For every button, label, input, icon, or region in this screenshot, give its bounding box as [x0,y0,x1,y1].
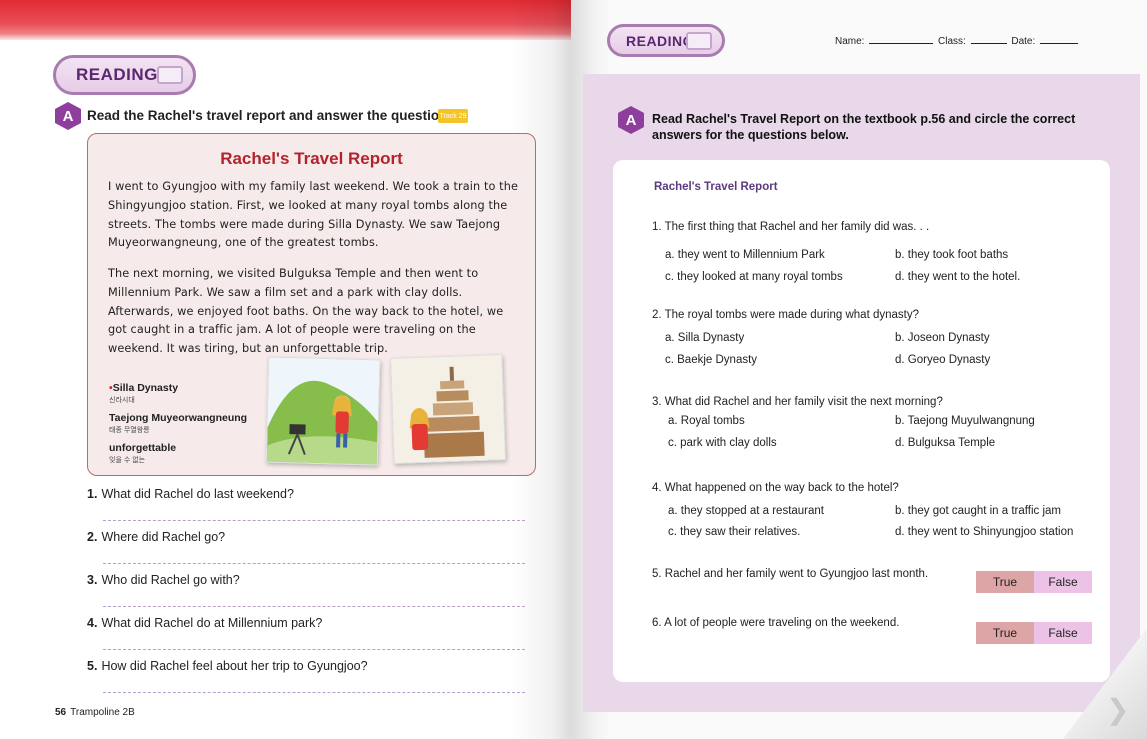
mc-question: 3. What did Rachel and her family visit … [652,396,943,408]
glossary-korean: 신라시대 [109,397,135,404]
false-button[interactable]: False [1034,571,1092,593]
worksheet-instruction: Read Rachel's Travel Report on the textb… [652,112,1076,142]
book-icon [686,31,712,50]
mc-option[interactable]: d. Bulguksa Temple [895,437,995,449]
glossary-item: •Silla Dynasty 신라시대 [109,382,269,405]
class-field[interactable] [970,35,1007,44]
instruction-text: Read the Rachel's travel report and answ… [87,108,459,123]
reading-badge-label: READING [626,32,695,49]
date-field[interactable] [1040,35,1079,44]
answer-line[interactable] [103,649,525,650]
mc-option[interactable]: b. Taejong Muyulwangnung [895,415,1035,427]
name-label: Name: [835,36,865,47]
true-button[interactable]: True [976,622,1034,644]
glossary-term: unforgettable [109,442,177,454]
question-item: 2. Where did Rachel go? [87,530,226,544]
glossary-item: unforgettable 잊을 수 없는 [109,442,269,465]
glossary-term: Silla Dynasty [112,382,179,394]
glossary-korean: 태종 무열왕릉 [109,427,150,434]
mc-option[interactable]: b. they got caught in a traffic jam [895,505,1061,517]
mc-option[interactable]: a. they went to Millennium Park [665,249,825,261]
false-button[interactable]: False [1034,622,1092,644]
glossary-korean: 잊을 수 없는 [109,457,146,464]
mc-option[interactable]: c. they looked at many royal tombs [665,271,843,283]
mc-option[interactable]: a. they stopped at a restaurant [668,505,824,517]
reading-badge: READING [607,24,725,57]
name-field[interactable] [869,35,934,44]
mc-option[interactable]: c. park with clay dolls [668,437,777,449]
top-color-band [0,0,571,40]
mc-option[interactable]: d. Goryeo Dynasty [895,354,990,366]
illustration-girl-with-pagoda [390,354,506,464]
reading-badge: READING [53,55,196,95]
answer-line[interactable] [103,606,525,607]
report-paragraph: I went to Gyungjoo with my family last w… [108,180,519,250]
glossary-term: Taejong Muyeorwangneung [109,412,248,424]
section-letter: A [62,107,74,125]
mc-option[interactable]: b. they took foot baths [895,249,1008,261]
illustration-girl-with-camera [265,356,381,466]
mc-option[interactable]: a. Royal tombs [668,415,745,427]
tf-question: 6. A lot of people were traveling on the… [652,617,900,629]
mc-option[interactable]: d. they went to the hotel. [895,271,1020,283]
answer-line[interactable] [103,520,525,521]
next-page-arrow-icon[interactable]: ❯ [1106,695,1134,725]
question-item: 1. What did Rachel do last weekend? [87,487,294,501]
report-title: Rachel's Travel Report [220,149,403,168]
travel-report-box: Rachel's Travel Report I went to Gyungjo… [87,133,536,476]
mc-option[interactable]: b. Joseon Dynasty [895,332,990,344]
answer-line[interactable] [103,692,525,693]
section-letter: A [625,111,637,129]
date-label: Date: [1011,36,1036,47]
tf-question: 5. Rachel and her family went to Gyungjo… [652,568,929,580]
track-badge[interactable]: Track 29 [438,109,468,123]
mc-question: 1. The first thing that Rachel and her f… [652,221,930,233]
mc-question: 4. What happened on the way back to the … [652,482,899,494]
question-item: 3. Who did Rachel go with? [87,573,240,587]
question-item: 5. How did Rachel feel about her trip to … [87,659,368,673]
mc-option[interactable]: c. they saw their relatives. [668,526,800,538]
page-footer: 56 Trampoline 2B [55,707,135,718]
class-label: Class: [938,36,966,47]
book-title: Trampoline 2B [70,707,135,718]
student-info-fields: Name: Class: Date: [835,35,1080,47]
mc-option[interactable]: c. Baekje Dynasty [665,354,757,366]
card-title: Rachel's Travel Report [654,181,778,193]
mc-option[interactable]: d. they went to Shinyungjoo station [895,526,1073,538]
glossary-item: Taejong Muyeorwangneung 태종 무열왕릉 [109,412,269,435]
answer-line[interactable] [103,563,525,564]
page-number: 56 [55,707,67,718]
report-paragraph: The next morning, we visited Bulguksa Te… [108,267,504,356]
reading-badge-label: READING [76,65,158,84]
book-icon [157,66,183,84]
mc-option[interactable]: a. Silla Dynasty [665,332,744,344]
mc-question: 2. The royal tombs were made during what… [652,309,919,321]
question-item: 4. What did Rachel do at Millennium park? [87,616,323,630]
true-button[interactable]: True [976,571,1034,593]
